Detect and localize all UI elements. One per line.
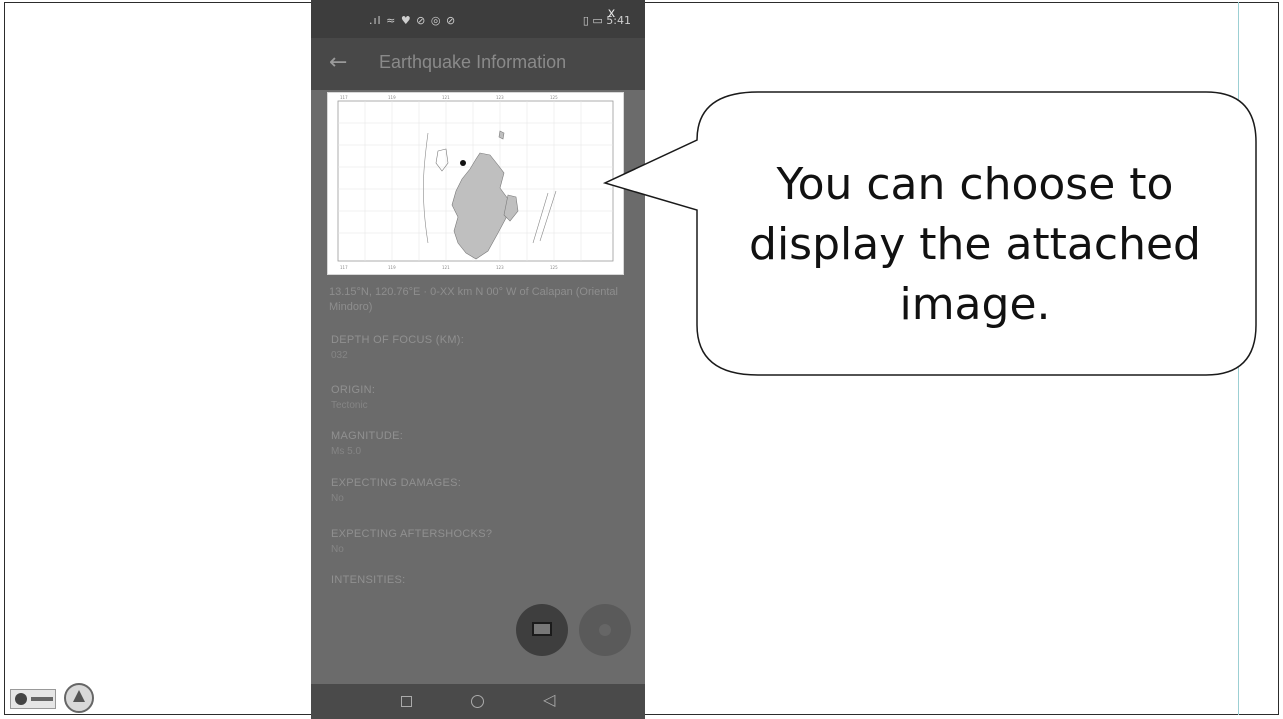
field-label-depth: DEPTH OF FOCUS (KM): [331,334,465,346]
right-rule-divider [1238,2,1239,715]
svg-text:125: 125 [550,265,558,270]
svg-text:117: 117 [340,95,348,100]
svg-text:119: 119 [388,265,396,270]
square-icon[interactable] [401,696,412,707]
home-circle-icon[interactable] [471,695,484,708]
svg-text:125: 125 [550,95,558,100]
svg-text:123: 123 [496,95,504,100]
show-image-button[interactable] [516,604,568,656]
field-value-origin: Tectonic [331,400,368,411]
agency-logo [10,689,56,709]
svg-text:119: 119 [388,95,396,100]
secondary-action-button[interactable] [579,604,631,656]
callout-line-2: display the attached [749,219,1201,270]
close-button[interactable]: x [608,4,615,20]
field-label-damages: EXPECTING DAMAGES: [331,477,462,489]
svg-text:117: 117 [340,265,348,270]
field-value-aftershocks: No [331,544,344,555]
app-title: Earthquake Information [379,52,567,72]
field-value-magnitude: Ms 5.0 [331,446,362,457]
field-label-magnitude: MAGNITUDE: [331,430,404,442]
status-bar: .ıl ≈ ♥ ⊘ ◎ ⊘ ▯ ▭ 5:41 [311,0,645,38]
callout-line-3: image. [899,279,1051,330]
attached-map-image[interactable]: 117 119 121 123 125 117 119 121 123 125 [327,92,624,275]
arrow-left-icon[interactable]: ← [329,50,347,75]
epicenter-marker [460,160,466,166]
circle-icon [599,624,611,636]
footer-logos [10,683,110,713]
svg-text:121: 121 [442,265,450,270]
slide: .ıl ≈ ♥ ⊘ ◎ ⊘ ▯ ▭ 5:41 ← Earthquake Info… [0,0,1283,719]
android-nav-bar: ◁ [311,684,645,719]
status-icons-right: ▯ ▭ 5:41 [582,14,631,27]
seal-logo [64,683,94,713]
app-bar: ← Earthquake Information [311,38,645,90]
svg-text:121: 121 [442,95,450,100]
field-value-depth: 032 [331,350,348,361]
triangle-back-icon[interactable]: ◁ [543,690,555,709]
location-text: 13.15°N, 120.76°E · 0-XX km N 00° W of C… [329,286,618,313]
callout-line-1: You can choose to [776,159,1174,210]
field-label-aftershocks: EXPECTING AFTERSHOCKS? [331,528,493,540]
phone-screenshot: .ıl ≈ ♥ ⊘ ◎ ⊘ ▯ ▭ 5:41 ← Earthquake Info… [311,0,645,719]
callout-text: You can choose to display the attached i… [715,155,1235,335]
field-label-intensities: INTENSITIES: [331,574,406,586]
field-value-damages: No [331,493,344,504]
status-icons-left: .ıl ≈ ♥ ⊘ ◎ ⊘ [369,14,457,27]
map-plot: 117 119 121 123 125 117 119 121 123 125 [337,95,614,270]
field-label-origin: ORIGIN: [331,384,376,396]
svg-text:123: 123 [496,265,504,270]
image-icon [532,622,552,636]
